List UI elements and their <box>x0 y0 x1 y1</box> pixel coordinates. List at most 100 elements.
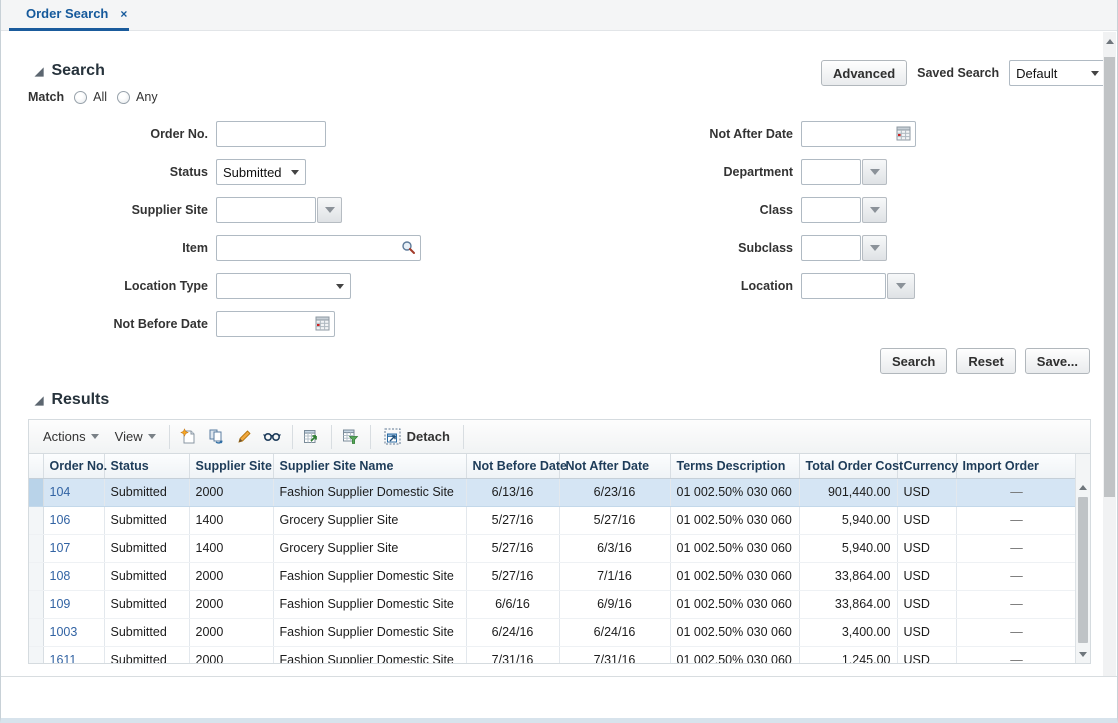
calendar-icon[interactable] <box>315 316 330 331</box>
scroll-down-icon[interactable] <box>1076 647 1090 662</box>
cell-terms-description: 01 002.50% 030 060 <box>670 478 799 506</box>
column-header[interactable]: Supplier Site <box>189 454 273 478</box>
page-vertical-scrollbar[interactable] <box>1103 32 1116 676</box>
subclass-lov-button[interactable] <box>862 235 887 261</box>
location-input[interactable] <box>801 273 886 299</box>
toolbar-separator <box>169 425 170 449</box>
table-row[interactable]: 104Submitted2000Fashion Supplier Domesti… <box>29 478 1075 506</box>
item-input[interactable] <box>216 235 421 261</box>
toolbar-separator <box>370 425 371 449</box>
table-row[interactable]: 1003Submitted2000Fashion Supplier Domest… <box>29 618 1075 646</box>
radio-any[interactable] <box>117 91 130 104</box>
export-excel-icon <box>303 428 320 445</box>
table-row[interactable]: 106Submitted1400Grocery Supplier Site5/2… <box>29 506 1075 534</box>
chevron-down-icon <box>1091 71 1099 76</box>
search-magnifier-icon[interactable] <box>401 240 416 255</box>
create-icon <box>180 428 197 445</box>
create-from-existing-icon <box>208 428 225 445</box>
cell-order-no: 107 <box>43 534 104 562</box>
tab-order-search[interactable]: Order Search × <box>26 6 127 21</box>
department-lov-button[interactable] <box>862 159 887 185</box>
supplier-site-input[interactable] <box>216 197 316 223</box>
reset-button[interactable]: Reset <box>956 348 1015 374</box>
order-link[interactable]: 104 <box>50 485 71 499</box>
class-lov-button[interactable] <box>862 197 887 223</box>
cell-status: Submitted <box>104 646 189 663</box>
location-type-select[interactable] <box>216 273 351 299</box>
create-from-existing-button[interactable] <box>203 423 231 451</box>
actions-menu[interactable]: Actions <box>35 424 107 450</box>
column-header[interactable]: Total Order Cost <box>799 454 897 478</box>
tab-label: Order Search <box>26 6 108 21</box>
column-header[interactable]: Status <box>104 454 189 478</box>
class-input[interactable] <box>801 197 861 223</box>
order-search-window: Order Search × ◢ Search Advanced Saved S… <box>0 0 1118 723</box>
order-link[interactable]: 1003 <box>50 625 78 639</box>
row-header-cell[interactable] <box>29 478 43 506</box>
tab-bar: Order Search × <box>1 0 1117 31</box>
tab-close-icon[interactable]: × <box>120 7 127 21</box>
table-vertical-scrollbar[interactable] <box>1075 454 1090 663</box>
saved-search-select[interactable]: Default <box>1009 60 1106 86</box>
match-all-option[interactable]: All <box>74 90 107 104</box>
table-row[interactable]: 1611Submitted2000Fashion Supplier Domest… <box>29 646 1075 663</box>
cell-not-after-date: 6/24/16 <box>559 618 670 646</box>
search-button[interactable]: Search <box>880 348 947 374</box>
order-link[interactable]: 109 <box>50 597 71 611</box>
advanced-button[interactable]: Advanced <box>821 60 907 86</box>
table-row[interactable]: 107Submitted1400Grocery Supplier Site5/2… <box>29 534 1075 562</box>
view-order-button[interactable] <box>259 423 287 451</box>
row-header-cell[interactable] <box>29 506 43 534</box>
page-scrollbar-thumb[interactable] <box>1104 57 1115 497</box>
cell-currency: USD <box>897 478 956 506</box>
column-header[interactable]: Not Before Date <box>466 454 559 478</box>
order-link[interactable]: 1611 <box>50 653 77 663</box>
results-section-header: ◢ Results <box>35 391 109 409</box>
order-link[interactable]: 108 <box>50 569 71 583</box>
calendar-icon[interactable] <box>896 126 911 141</box>
radio-all[interactable] <box>74 91 87 104</box>
column-header[interactable]: Supplier Site Name <box>273 454 466 478</box>
save-search-button[interactable]: Save... <box>1025 348 1090 374</box>
table-row[interactable]: 108Submitted2000Fashion Supplier Domesti… <box>29 562 1075 590</box>
row-header-cell[interactable] <box>29 534 43 562</box>
column-header[interactable]: Currency <box>897 454 956 478</box>
column-header[interactable]: Not After Date <box>559 454 670 478</box>
column-header[interactable]: Import Order <box>956 454 1075 478</box>
export-filter-button[interactable] <box>337 423 365 451</box>
cell-currency: USD <box>897 618 956 646</box>
subclass-label: Subclass <box>621 241 801 255</box>
order-link[interactable]: 106 <box>50 513 71 527</box>
row-header-cell[interactable] <box>29 562 43 590</box>
collapse-triangle-icon[interactable]: ◢ <box>35 394 43 407</box>
export-excel-button[interactable] <box>298 423 326 451</box>
collapse-triangle-icon[interactable]: ◢ <box>35 65 43 78</box>
row-header-cell[interactable] <box>29 646 43 663</box>
match-any-option[interactable]: Any <box>117 90 158 104</box>
detach-button[interactable]: Detach <box>376 428 458 445</box>
cell-import-order: — <box>956 506 1075 534</box>
not-before-date-label: Not Before Date <box>1 317 216 331</box>
cell-currency: USD <box>897 590 956 618</box>
view-menu[interactable]: View <box>107 424 164 450</box>
supplier-site-lov-button[interactable] <box>317 197 342 223</box>
status-select[interactable]: Submitted <box>216 159 306 185</box>
department-input[interactable] <box>801 159 861 185</box>
order-no-input[interactable] <box>216 121 326 147</box>
location-lov-button[interactable] <box>887 273 915 299</box>
subclass-input[interactable] <box>801 235 861 261</box>
column-header[interactable]: Terms Description <box>670 454 799 478</box>
table-scrollbar-thumb[interactable] <box>1078 497 1088 643</box>
edit-order-button[interactable] <box>231 423 259 451</box>
order-link[interactable]: 107 <box>50 541 71 555</box>
cell-not-after-date: 6/23/16 <box>559 478 670 506</box>
table-row[interactable]: 109Submitted2000Fashion Supplier Domesti… <box>29 590 1075 618</box>
scroll-up-icon[interactable] <box>1076 480 1090 495</box>
chevron-down-icon <box>148 434 156 439</box>
row-header-cell[interactable] <box>29 590 43 618</box>
scroll-up-icon[interactable] <box>1103 34 1116 49</box>
row-header-cell[interactable] <box>29 618 43 646</box>
supplier-site-label: Supplier Site <box>1 203 216 217</box>
create-order-button[interactable] <box>175 423 203 451</box>
column-header[interactable]: Order No. <box>43 454 104 478</box>
